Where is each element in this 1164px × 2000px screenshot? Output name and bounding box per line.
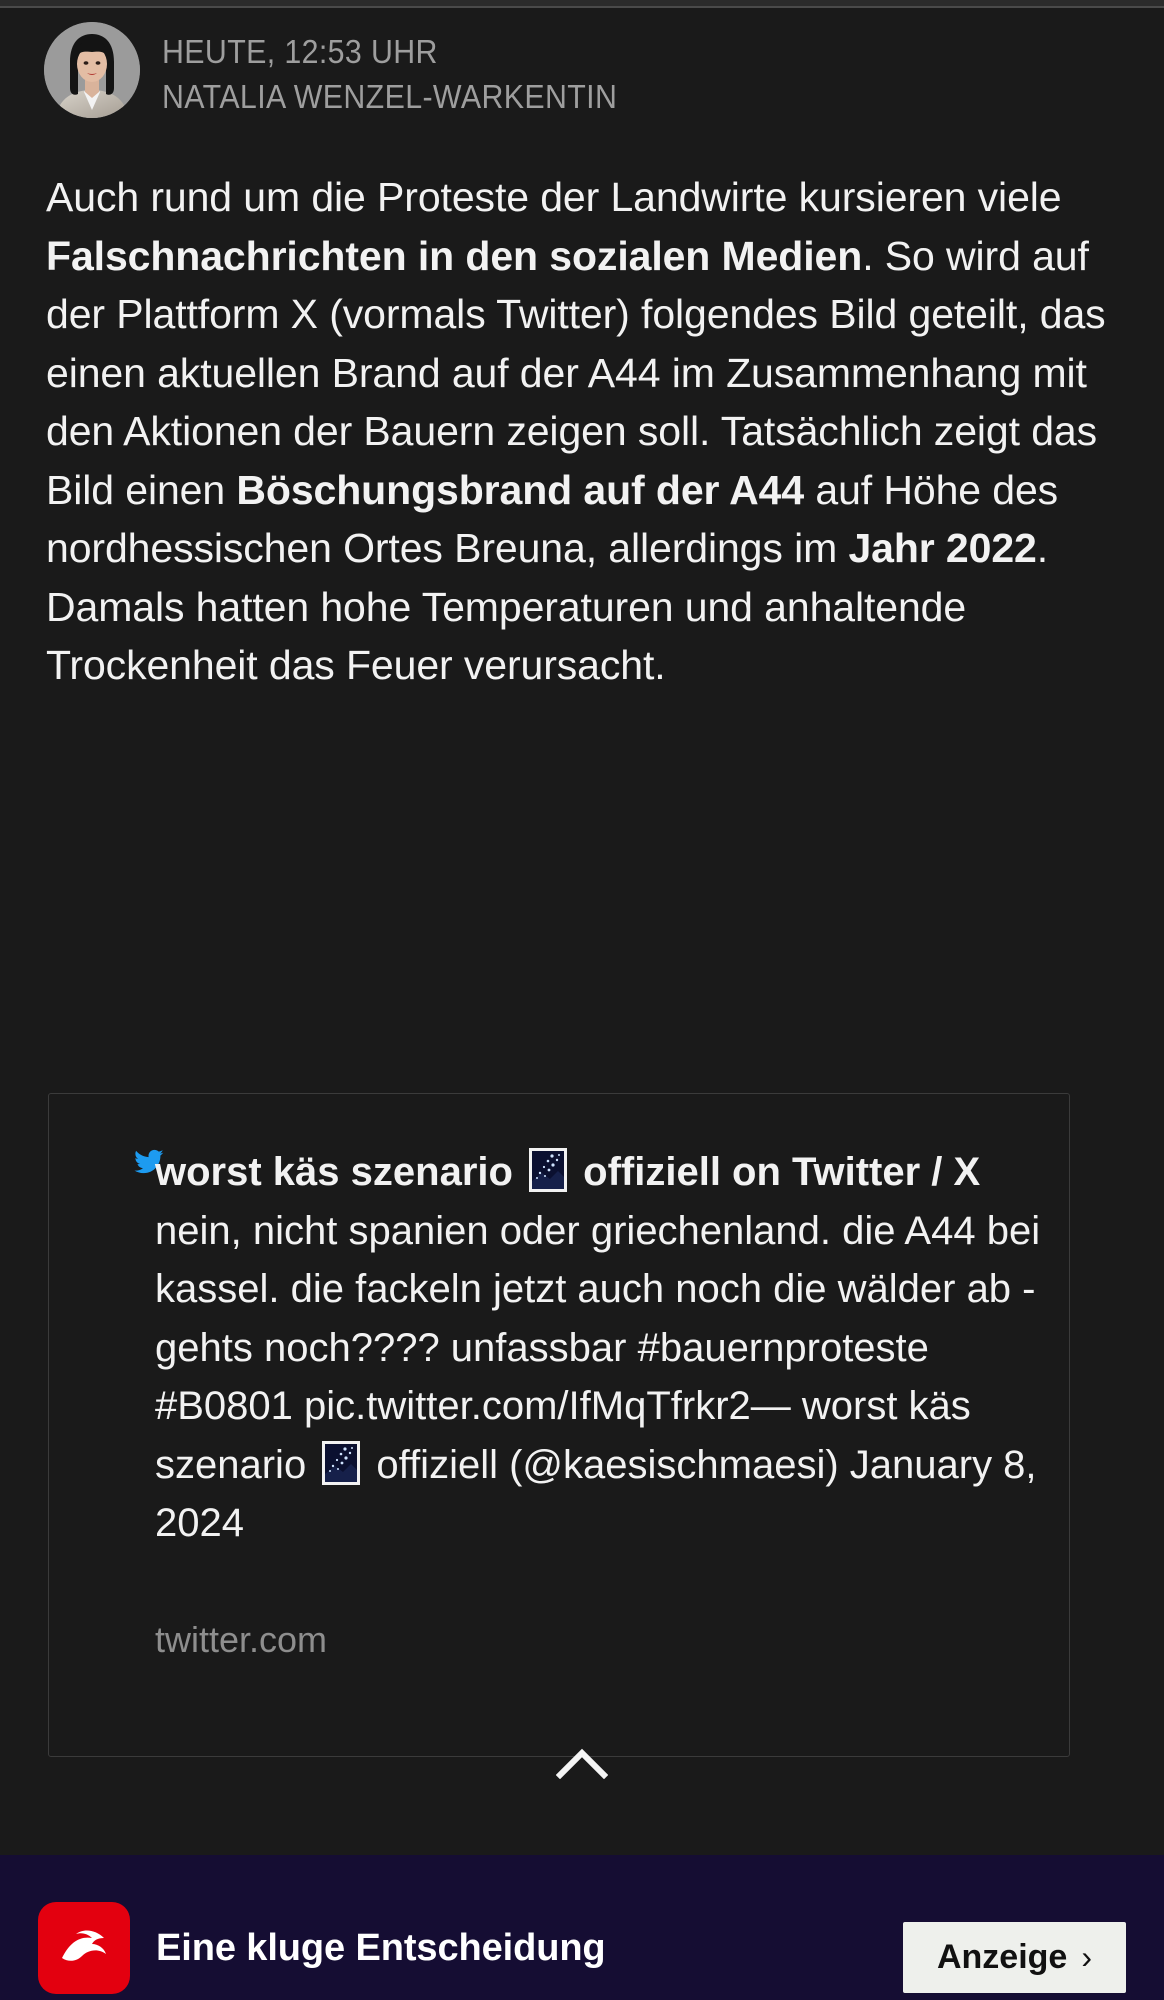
milky-way-emoji bbox=[321, 1440, 361, 1486]
collapse-control-area bbox=[0, 1735, 1164, 1795]
tweet-attribution-handle: offiziell (@kaesischmaesi) bbox=[365, 1442, 850, 1487]
top-edge-divider bbox=[0, 6, 1164, 8]
tweet-account-title: worst käs szenario bbox=[155, 1150, 525, 1194]
article-emphasis: Jahr 2022 bbox=[848, 525, 1037, 571]
promo-banner[interactable]: Eine kluge Entscheidung Anzeige › bbox=[0, 1855, 1164, 2000]
chevron-right-icon: › bbox=[1081, 1938, 1092, 1975]
tweet-source-link[interactable]: twitter.com bbox=[155, 1617, 327, 1664]
liveticker-post-page: HEUTE, 12:53 UHR NATALIA WENZEL-WARKENTI… bbox=[0, 0, 1164, 2000]
promo-headline: Eine kluge Entscheidung bbox=[156, 1926, 606, 1969]
post-header: HEUTE, 12:53 UHR NATALIA WENZEL-WARKENTI… bbox=[44, 22, 657, 119]
tweet-text: worst käs szenario offiziell on Twitter … bbox=[155, 1143, 1045, 1553]
brand-logo-icon bbox=[38, 1902, 130, 1994]
article-paragraph: Auch rund um die Proteste der Landwirte … bbox=[46, 168, 1118, 695]
post-timestamp: HEUTE, 12:53 UHR bbox=[162, 33, 438, 70]
tweet-account-platform: offiziell on Twitter / X bbox=[572, 1150, 981, 1194]
article-emphasis: Falschnachrichten in den sozialen Medien bbox=[46, 232, 863, 279]
tweet-body: nein, nicht spanien oder griechenland. d… bbox=[155, 1208, 1041, 1429]
promo-cta-button[interactable]: Anzeige › bbox=[902, 1921, 1126, 1993]
promo-cta-label: Anzeige bbox=[936, 1937, 1068, 1976]
chevron-up-icon[interactable] bbox=[522, 1735, 642, 1791]
post-meta: HEUTE, 12:53 UHR NATALIA WENZEL-WARKENTI… bbox=[162, 22, 657, 119]
post-author: NATALIA WENZEL-WARKENTIN bbox=[162, 77, 618, 115]
article-emphasis: Böschungsbrand auf der A44 bbox=[236, 466, 805, 513]
tweet-attribution-prefix: szenario bbox=[155, 1442, 318, 1487]
avatar bbox=[44, 22, 140, 118]
milky-way-emoji bbox=[528, 1147, 568, 1193]
article-run: Auch rund um die Proteste der Landwirte … bbox=[46, 174, 1062, 220]
promo-banner-content: Eine kluge Entscheidung Anzeige › bbox=[38, 1896, 1126, 2000]
